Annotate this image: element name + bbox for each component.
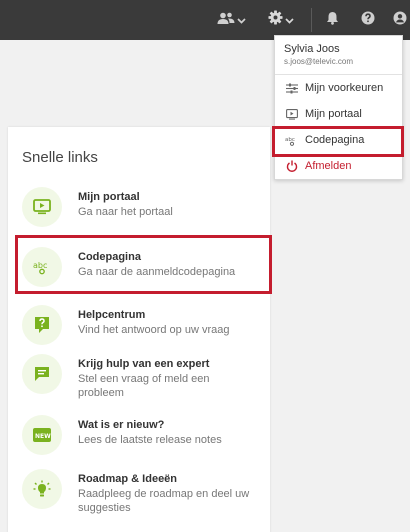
menu-item-label: Mijn voorkeuren xyxy=(305,82,384,94)
quick-link-title: Roadmap & Ideeën xyxy=(78,473,178,485)
quick-links-card: Snelle links Mijn portaal Ga naar het po… xyxy=(8,127,270,532)
quick-link-title: Krijg hulp van een expert xyxy=(78,358,210,370)
notifications-button[interactable] xyxy=(320,0,344,40)
help-button[interactable] xyxy=(356,0,380,40)
quick-link-roadmap[interactable]: Roadmap & Ideeën Raadpleeg de roadmap en… xyxy=(22,469,262,519)
people-menu-button[interactable] xyxy=(212,0,250,40)
gear-icon xyxy=(268,10,283,30)
user-name: Sylvia Joos xyxy=(284,43,340,55)
user-dropdown-menu: Sylvia Joos s.joos@televic.com Mijn voor… xyxy=(274,35,403,180)
user-email: s.joos@televic.com xyxy=(284,57,354,66)
svg-text:NEW: NEW xyxy=(35,433,51,440)
topbar-divider xyxy=(311,8,312,32)
chat-icon xyxy=(22,354,62,394)
menu-item-mijn-portaal[interactable]: Mijn portaal xyxy=(275,102,402,126)
bell-icon xyxy=(326,11,339,30)
chevron-down-icon xyxy=(236,11,246,29)
quick-link-title: Mijn portaal xyxy=(78,191,140,203)
quick-link-subtitle: Vind het antwoord op uw vraag xyxy=(78,324,230,336)
help-question-icon xyxy=(22,305,62,345)
help-icon xyxy=(361,11,375,30)
menu-item-label: Mijn portaal xyxy=(305,108,362,120)
user-icon xyxy=(393,11,407,30)
quick-link-subtitle: Ga naar het portaal xyxy=(78,206,173,218)
menu-item-afmelden[interactable]: Afmelden xyxy=(275,154,402,178)
quick-links-title: Snelle links xyxy=(22,149,98,166)
portal-play-icon xyxy=(285,107,299,121)
highlight-frame-codepagina-link xyxy=(15,235,272,294)
quick-link-subtitle: Lees de laatste release notes xyxy=(78,434,222,446)
portal-play-icon xyxy=(22,187,62,227)
quick-link-wat-is-nieuw[interactable]: NEW Wat is er nieuw? Lees de laatste rel… xyxy=(22,415,262,465)
menu-item-mijn-voorkeuren[interactable]: Mijn voorkeuren xyxy=(275,76,402,100)
quick-link-title: Helpcentrum xyxy=(78,309,146,321)
quick-link-subtitle: Raadpleeg de roadmap en deel uw suggesti… xyxy=(78,488,250,514)
quick-link-subtitle: Stel een vraag of meld een probleem xyxy=(78,373,210,399)
quick-link-expert-hulp[interactable]: Krijg hulp van een expert Stel een vraag… xyxy=(22,354,262,404)
settings-menu-button[interactable] xyxy=(262,0,300,40)
chevron-down-icon xyxy=(285,11,294,29)
top-navigation-bar xyxy=(0,0,410,40)
quick-link-mijn-portaal[interactable]: Mijn portaal Ga naar het portaal xyxy=(22,187,262,237)
lightbulb-icon xyxy=(22,469,62,509)
highlight-frame-codepagina-menu xyxy=(272,126,404,157)
user-menu-button[interactable] xyxy=(390,0,410,40)
people-icon xyxy=(217,11,235,29)
sliders-icon xyxy=(285,81,299,95)
quick-link-helpcentrum[interactable]: Helpcentrum Vind het antwoord op uw vraa… xyxy=(22,305,262,355)
new-badge-icon: NEW xyxy=(22,415,62,455)
power-icon xyxy=(285,159,299,173)
menu-item-label: Afmelden xyxy=(305,160,352,172)
menu-divider xyxy=(275,74,402,75)
quick-link-title: Wat is er nieuw? xyxy=(78,419,165,431)
